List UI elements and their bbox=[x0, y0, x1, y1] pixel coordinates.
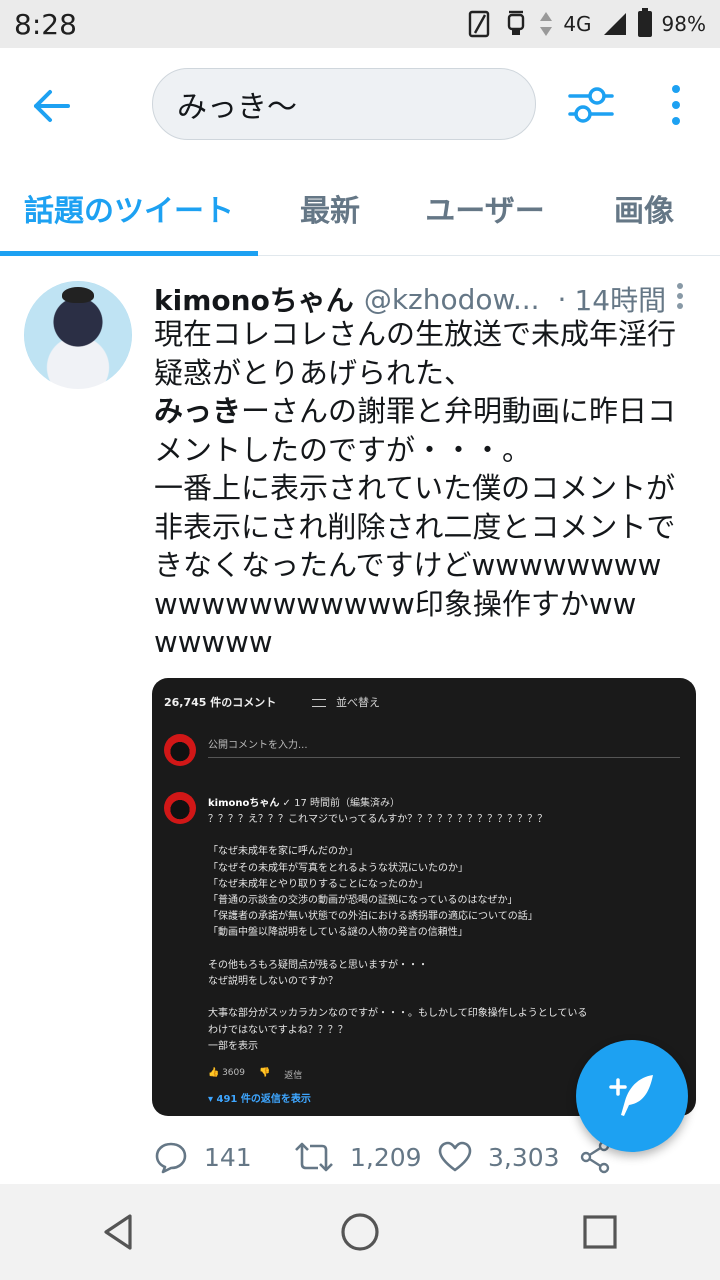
nav-back-button[interactable] bbox=[90, 1202, 150, 1262]
signal-icon bbox=[603, 13, 626, 35]
commenter-avatar bbox=[164, 734, 196, 766]
comment-line: 大事な部分がスッカラカンなのですが・・・。もしかして印象操作しようとしている bbox=[208, 1008, 588, 1020]
tab-indicator bbox=[0, 251, 258, 256]
status-icons: 4G 98% bbox=[467, 8, 706, 39]
thumbs-down-icon: 👎 bbox=[258, 1068, 271, 1078]
nav-home-button[interactable] bbox=[330, 1202, 390, 1262]
comment-line: なぜ説明をしないのですか？ bbox=[208, 976, 338, 988]
view-replies-text: 491 件の返信を表示 bbox=[216, 1094, 311, 1105]
like-count-value: 3609 bbox=[222, 1068, 245, 1078]
tweet-line: みっきーさんの謝罪と弁明動画に昨日コ bbox=[154, 392, 698, 431]
tweet-timestamp: 14時間 bbox=[574, 284, 667, 317]
alarm-icon bbox=[508, 10, 525, 35]
retweet-icon bbox=[295, 1142, 333, 1172]
tweet-line: wwwww bbox=[154, 625, 273, 659]
compose-tweet-button[interactable] bbox=[576, 1040, 688, 1152]
square-recents-icon bbox=[583, 1215, 617, 1249]
comment-author: kimonoちゃん ✓ 17 時間前（編集済み） bbox=[208, 794, 400, 809]
sort-label: 並べ替え bbox=[336, 696, 380, 709]
tab-label: 画像 bbox=[614, 194, 674, 229]
tab-latest[interactable]: 最新 bbox=[258, 160, 402, 256]
separator-dot: · bbox=[557, 282, 567, 316]
data-arrows-icon bbox=[540, 12, 553, 36]
tweet-line: 一番上に表示されていた僕のコメントが bbox=[154, 471, 676, 505]
tweet-line: 非表示にされ削除され二度とコメントで bbox=[154, 509, 676, 544]
search-header: みっき〜 bbox=[0, 48, 720, 160]
tab-users[interactable]: ユーザー bbox=[402, 160, 568, 256]
reply-button[interactable]: 141 bbox=[154, 1133, 252, 1181]
heart-icon bbox=[438, 1141, 472, 1172]
avatar[interactable] bbox=[24, 281, 132, 389]
tweet-menu-icon[interactable] bbox=[670, 281, 690, 311]
status-bar: 8:28 4G 98% bbox=[0, 0, 720, 48]
tab-label: ユーザー bbox=[425, 194, 545, 229]
comment-line: わけではないですよね？？？？ bbox=[208, 1024, 348, 1036]
comment-line: 「なぜその未成年が写真をとれるような状況にいたのか」 bbox=[208, 862, 468, 874]
comment-line: ？？？？え？？？これマジでいってるんすか？？？？？？？？？？？？？？ bbox=[208, 814, 548, 825]
tweet-line: きなくなったんですけどwwwwwwww bbox=[154, 548, 662, 582]
comment-line: 「普通の示談金の交渉の動画が恐喝の証拠になっているのはなぜか」 bbox=[208, 895, 518, 907]
overflow-menu-icon[interactable] bbox=[660, 82, 692, 128]
triangle-back-icon bbox=[104, 1214, 132, 1250]
comment-line bbox=[208, 942, 678, 958]
search-filter-icon[interactable] bbox=[566, 82, 616, 128]
like-count: 3,303 bbox=[488, 1142, 560, 1172]
tweet-line: 現在コレコレさんの生放送で未成年淫行 bbox=[154, 317, 677, 351]
reply-count: 141 bbox=[204, 1142, 252, 1172]
tweet-line-rest: ーさんの謝罪と弁明動画に昨日コ bbox=[241, 394, 677, 428]
comment-like-count: 👍 3609 bbox=[208, 1068, 245, 1078]
reply-icon bbox=[155, 1142, 187, 1174]
no-sim-icon bbox=[469, 10, 490, 38]
sort-icon bbox=[312, 699, 326, 707]
comment-reply-label: 返信 bbox=[284, 1071, 303, 1081]
status-time: 8:28 bbox=[14, 7, 77, 41]
battery-level: 98% bbox=[661, 12, 706, 36]
battery-icon bbox=[637, 8, 652, 37]
comment-author-name: kimonoちゃん bbox=[208, 798, 280, 809]
search-tabs: 話題のツイート 最新 ユーザー 画像 bbox=[0, 160, 720, 256]
tab-top[interactable]: 話題のツイート bbox=[0, 160, 258, 256]
tweet-line: 疑惑がとりあげられた、 bbox=[154, 355, 474, 390]
comment-count: 26,745 件のコメント bbox=[164, 696, 277, 709]
tweet-line: メントしたのですが・・・。 bbox=[154, 432, 532, 467]
comment-actions: 👍 3609 👎 返信 bbox=[208, 1068, 302, 1081]
comment-line bbox=[208, 990, 678, 1006]
comment-line: 「動画中盤以降説明をしている謎の人物の発言の信頼性」 bbox=[208, 927, 468, 939]
comment-line: 「なぜ未成年を家に呼んだのか」 bbox=[208, 846, 358, 858]
tab-label: 最新 bbox=[300, 194, 360, 229]
retweet-count: 1,209 bbox=[350, 1142, 422, 1172]
search-query: みっき〜 bbox=[177, 90, 297, 125]
tweet-line: wwwwwwwwwww印象操作すかww bbox=[154, 586, 637, 621]
comment-meta: ✓ 17 時間前（編集済み） bbox=[282, 798, 401, 809]
commenter-avatar bbox=[164, 792, 196, 824]
retweet-button[interactable]: 1,209 bbox=[294, 1133, 422, 1181]
comment-line: その他もろもろ疑問点が残ると思いますが・・・ bbox=[208, 959, 428, 971]
back-arrow-icon[interactable] bbox=[30, 84, 74, 128]
nav-recents-button[interactable] bbox=[570, 1202, 630, 1262]
comment-input: 公開コメントを入力... bbox=[208, 736, 680, 758]
view-replies-link: ▾ 491 件の返信を表示 bbox=[208, 1094, 311, 1105]
tab-label: 話題のツイート bbox=[24, 194, 234, 229]
tweet-header: kimonoちゃん @kzhodow... · 14時間 bbox=[154, 279, 694, 319]
search-highlight: みっき bbox=[154, 394, 242, 428]
comment-line: 「保護者の承諾が無い状態での外泊における誘拐罪の適応についての話」 bbox=[208, 911, 538, 923]
network-type: 4G bbox=[563, 12, 592, 36]
tweet-text: 現在コレコレさんの生放送で未成年淫行 疑惑がとりあげられた、 みっきーさんの謝罪… bbox=[154, 315, 698, 662]
like-button[interactable]: 3,303 bbox=[438, 1133, 560, 1181]
system-nav-bar bbox=[0, 1184, 720, 1280]
comment-body: ？？？？え？？？これマジでいってるんすか？？？？？？？？？？？？？？ 「なぜ未成… bbox=[208, 812, 678, 1055]
tweet-author-handle: @kzhodow... bbox=[363, 282, 540, 316]
comment-line bbox=[208, 828, 678, 844]
search-input[interactable]: みっき〜 bbox=[152, 68, 536, 140]
tweet-actions: 141 1,209 3,303 bbox=[154, 1133, 654, 1181]
compose-feather-icon bbox=[609, 1075, 653, 1116]
comment-line: 「なぜ未成年とやり取りすることになったのか」 bbox=[208, 878, 428, 890]
circle-home-icon bbox=[341, 1213, 379, 1251]
tweet-author-name[interactable]: kimonoちゃん bbox=[154, 279, 354, 319]
tab-images[interactable]: 画像 bbox=[568, 160, 720, 256]
